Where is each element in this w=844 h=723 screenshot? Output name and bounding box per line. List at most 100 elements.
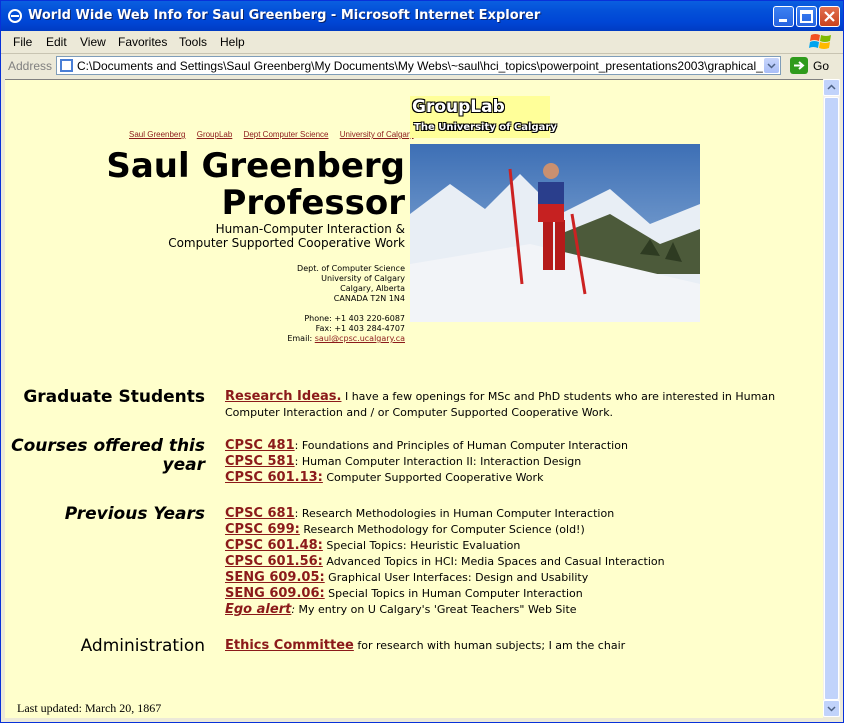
page-content: Saul Greenberg GroupLab Dept Computer Sc…: [5, 79, 823, 718]
course-link[interactable]: CPSC 681: [225, 506, 295, 521]
grouplab-logo[interactable]: GroupLab The University of Calgary: [410, 96, 557, 138]
title-bar[interactable]: World Wide Web Info for Saul Greenberg -…: [1, 1, 843, 31]
menu-bar: File Edit View Favorites Tools Help: [1, 31, 843, 54]
course-desc: Computer Supported Cooperative Work: [322, 471, 544, 484]
previous-years-heading: Previous Years: [64, 504, 205, 524]
close-button[interactable]: [819, 6, 840, 27]
course-desc: Graphical User Interfaces: Design and Us…: [324, 571, 589, 584]
go-button[interactable]: [790, 57, 808, 74]
list-item: CPSC 601.56: Advanced Topics in HCI: Med…: [225, 554, 665, 570]
course-desc: Research Methodology for Computer Scienc…: [299, 523, 585, 536]
link-dept-cs[interactable]: Dept Computer Science: [244, 130, 329, 139]
email-line: Email: saul@cpsc.ucalgary.ca: [287, 334, 405, 344]
course-desc: Special Topics in Human Computer Interac…: [324, 587, 583, 600]
course-link[interactable]: CPSC 581: [225, 454, 295, 469]
administration-heading: Administration: [80, 636, 205, 656]
course-link[interactable]: CPSC 601.13:: [225, 470, 323, 485]
menu-tools[interactable]: Tools: [179, 35, 207, 49]
ethics-committee-link[interactable]: Ethics Committee: [225, 638, 354, 653]
list-item: CPSC 481: Foundations and Principles of …: [225, 438, 628, 454]
subtitle-line: Human-Computer Interaction &: [215, 222, 405, 236]
list-item: CPSC 601.48: Special Topics: Heuristic E…: [225, 538, 665, 554]
top-links: Saul Greenberg GroupLab Dept Computer Sc…: [129, 130, 423, 139]
scroll-thumb[interactable]: [824, 97, 839, 700]
course-desc: Research Methodologies in Human Computer…: [298, 507, 615, 520]
course-link[interactable]: SENG 609.05:: [225, 570, 325, 585]
courses-list: CPSC 481: Foundations and Principles of …: [225, 438, 628, 486]
window-title: World Wide Web Info for Saul Greenberg -…: [28, 8, 541, 23]
address-line: Calgary, Alberta: [340, 284, 405, 293]
minimize-icon: [779, 19, 787, 22]
grouplab-logo-text: GroupLab: [412, 97, 505, 117]
grad-text: Computer Interaction and / or Computer S…: [225, 406, 614, 419]
course-desc: Human Computer Interaction II: Interacti…: [298, 455, 582, 468]
courses-heading-line: year: [162, 455, 205, 475]
subtitle-line: Computer Supported Cooperative Work: [168, 236, 405, 250]
portrait-photo: [410, 144, 700, 322]
course-desc: Advanced Topics in HCI: Media Spaces and…: [322, 555, 665, 568]
list-item: CPSC 601.13: Computer Supported Cooperat…: [225, 470, 628, 486]
email-label: Email:: [287, 334, 313, 343]
name-line: Saul Greenberg: [106, 146, 405, 186]
address-input[interactable]: C:\Documents and Settings\Saul Greenberg…: [56, 56, 781, 75]
address-line: CANADA T2N 1N4: [333, 294, 405, 303]
chevron-down-icon: [767, 63, 776, 69]
scroll-down-button[interactable]: [823, 700, 840, 717]
research-ideas-link[interactable]: Research Ideas.: [225, 389, 341, 404]
list-item: CPSC 681: Research Methodologies in Huma…: [225, 506, 665, 522]
page-icon: [60, 59, 73, 72]
course-link[interactable]: SENG 609.06:: [225, 586, 325, 601]
menu-file[interactable]: File: [13, 35, 32, 49]
menu-edit[interactable]: Edit: [46, 35, 67, 49]
course-desc: Foundations and Principles of Human Comp…: [298, 439, 628, 452]
maximize-icon: [800, 10, 813, 23]
graduate-students-body: Research Ideas. I have a few openings fo…: [225, 389, 775, 421]
grouplab-logo-subtext: The University of Calgary: [414, 122, 557, 133]
scroll-up-button[interactable]: [823, 79, 840, 96]
address-bar: Address C:\Documents and Settings\Saul G…: [1, 54, 843, 78]
list-item: SENG 609.06: Special Topics in Human Com…: [225, 586, 665, 602]
grad-text: I have a few openings for MSc and PhD st…: [341, 390, 776, 403]
vertical-scrollbar[interactable]: [823, 79, 840, 717]
position-line: Professor: [221, 183, 406, 223]
email-link[interactable]: saul@cpsc.ucalgary.ca: [315, 334, 405, 343]
course-link[interactable]: CPSC 699:: [225, 522, 300, 537]
address-line: Dept. of Computer Science: [297, 264, 405, 273]
course-link[interactable]: CPSC 481: [225, 438, 295, 453]
close-icon: [824, 11, 835, 22]
windows-logo-icon: [809, 34, 831, 49]
chevron-down-icon: [827, 706, 836, 712]
course-link[interactable]: CPSC 601.48:: [225, 538, 323, 553]
address-line: University of Calgary: [321, 274, 405, 283]
course-desc: Special Topics: Heuristic Evaluation: [322, 539, 521, 552]
menu-favorites[interactable]: Favorites: [118, 35, 167, 49]
address-label: Address: [8, 59, 53, 73]
link-ucalgary[interactable]: University of Calgary: [340, 130, 414, 139]
browser-window: World Wide Web Info for Saul Greenberg -…: [0, 0, 844, 723]
last-updated: Last updated: March 20, 1867: [17, 701, 162, 715]
menu-help[interactable]: Help: [220, 35, 245, 49]
courses-heading: Courses offered this year: [11, 437, 205, 475]
contact-block: Dept. of Computer Science University of …: [287, 264, 405, 344]
phone: Phone: +1 403 220-6087: [304, 314, 405, 323]
address-url: C:\Documents and Settings\Saul Greenberg…: [77, 59, 763, 73]
page-title: Saul Greenberg Professor: [106, 148, 405, 222]
go-arrow-icon: [794, 61, 805, 70]
list-item: Ego alert: My entry on U Calgary's 'Grea…: [225, 602, 665, 618]
list-item: SENG 609.05: Graphical User Interfaces: …: [225, 570, 665, 586]
link-grouplab[interactable]: GroupLab: [197, 130, 233, 139]
graduate-students-heading: Graduate Students: [23, 387, 205, 407]
chevron-up-icon: [827, 84, 836, 90]
link-saul-greenberg[interactable]: Saul Greenberg: [129, 130, 185, 139]
course-desc: My entry on U Calgary's 'Great Teachers"…: [295, 603, 577, 616]
admin-text: for research with human subjects; I am t…: [353, 639, 626, 652]
course-link[interactable]: CPSC 601.56:: [225, 554, 323, 569]
ego-alert-link[interactable]: Ego alert: [225, 602, 291, 617]
fax: Fax: +1 403 284-4707: [315, 324, 405, 333]
menu-view[interactable]: View: [80, 35, 106, 49]
minimize-button[interactable]: [773, 6, 794, 27]
ie-logo-icon: [8, 9, 22, 23]
address-dropdown-button[interactable]: [764, 58, 779, 73]
go-label[interactable]: Go: [813, 59, 829, 73]
maximize-button[interactable]: [796, 6, 817, 27]
